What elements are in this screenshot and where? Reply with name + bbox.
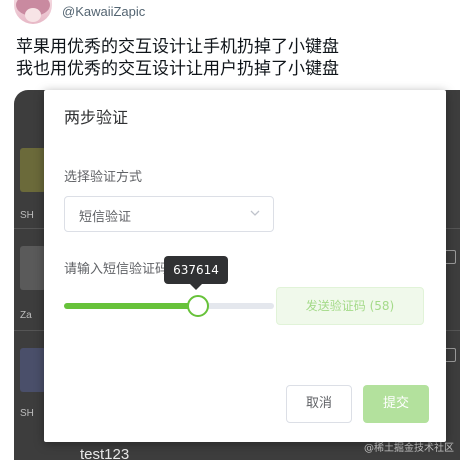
code-label: 请输入短信验证码 bbox=[64, 262, 169, 277]
dialog-title: 两步验证 bbox=[64, 108, 129, 127]
chevron-down-icon bbox=[250, 210, 260, 216]
avatar[interactable] bbox=[14, 0, 52, 24]
submit-button[interactable]: 提交 bbox=[363, 385, 429, 423]
background-thumbnail bbox=[20, 348, 46, 392]
slider-value-tooltip: 637614 bbox=[164, 256, 228, 290]
slider-handle[interactable] bbox=[187, 295, 210, 317]
background-tag: SH bbox=[20, 408, 34, 419]
background-list-title: test123 bbox=[80, 446, 130, 460]
two-step-dialog: 两步验证 选择验证方式 短信验证 请输入短信验证码 637614 发送验证码 (… bbox=[44, 90, 446, 442]
send-code-button[interactable]: 发送验证码 (58) bbox=[276, 287, 424, 325]
cancel-button[interactable]: 取消 bbox=[286, 385, 352, 423]
code-slider[interactable] bbox=[64, 295, 274, 317]
background-thumbnail bbox=[20, 148, 46, 192]
background-tag: SH bbox=[20, 210, 34, 221]
method-label: 选择验证方式 bbox=[64, 170, 143, 185]
method-select-value: 短信验证 bbox=[79, 210, 132, 225]
tweet-line-2: 我也用优秀的交互设计让用户扔掉了小键盘 bbox=[16, 59, 339, 79]
background-thumbnail bbox=[20, 246, 46, 290]
user-handle[interactable]: @KawaiiZapic bbox=[62, 4, 145, 19]
tweet-line-1: 苹果用优秀的交互设计让手机扔掉了小键盘 bbox=[16, 37, 339, 57]
avatar-face bbox=[25, 8, 41, 22]
method-select[interactable]: 短信验证 bbox=[64, 196, 274, 232]
tweet-text: 苹果用优秀的交互设计让手机扔掉了小键盘 我也用优秀的交互设计让用户扔掉了小键盘 bbox=[16, 36, 339, 80]
slider-fill bbox=[64, 303, 199, 309]
background-tag: Za bbox=[20, 310, 32, 321]
